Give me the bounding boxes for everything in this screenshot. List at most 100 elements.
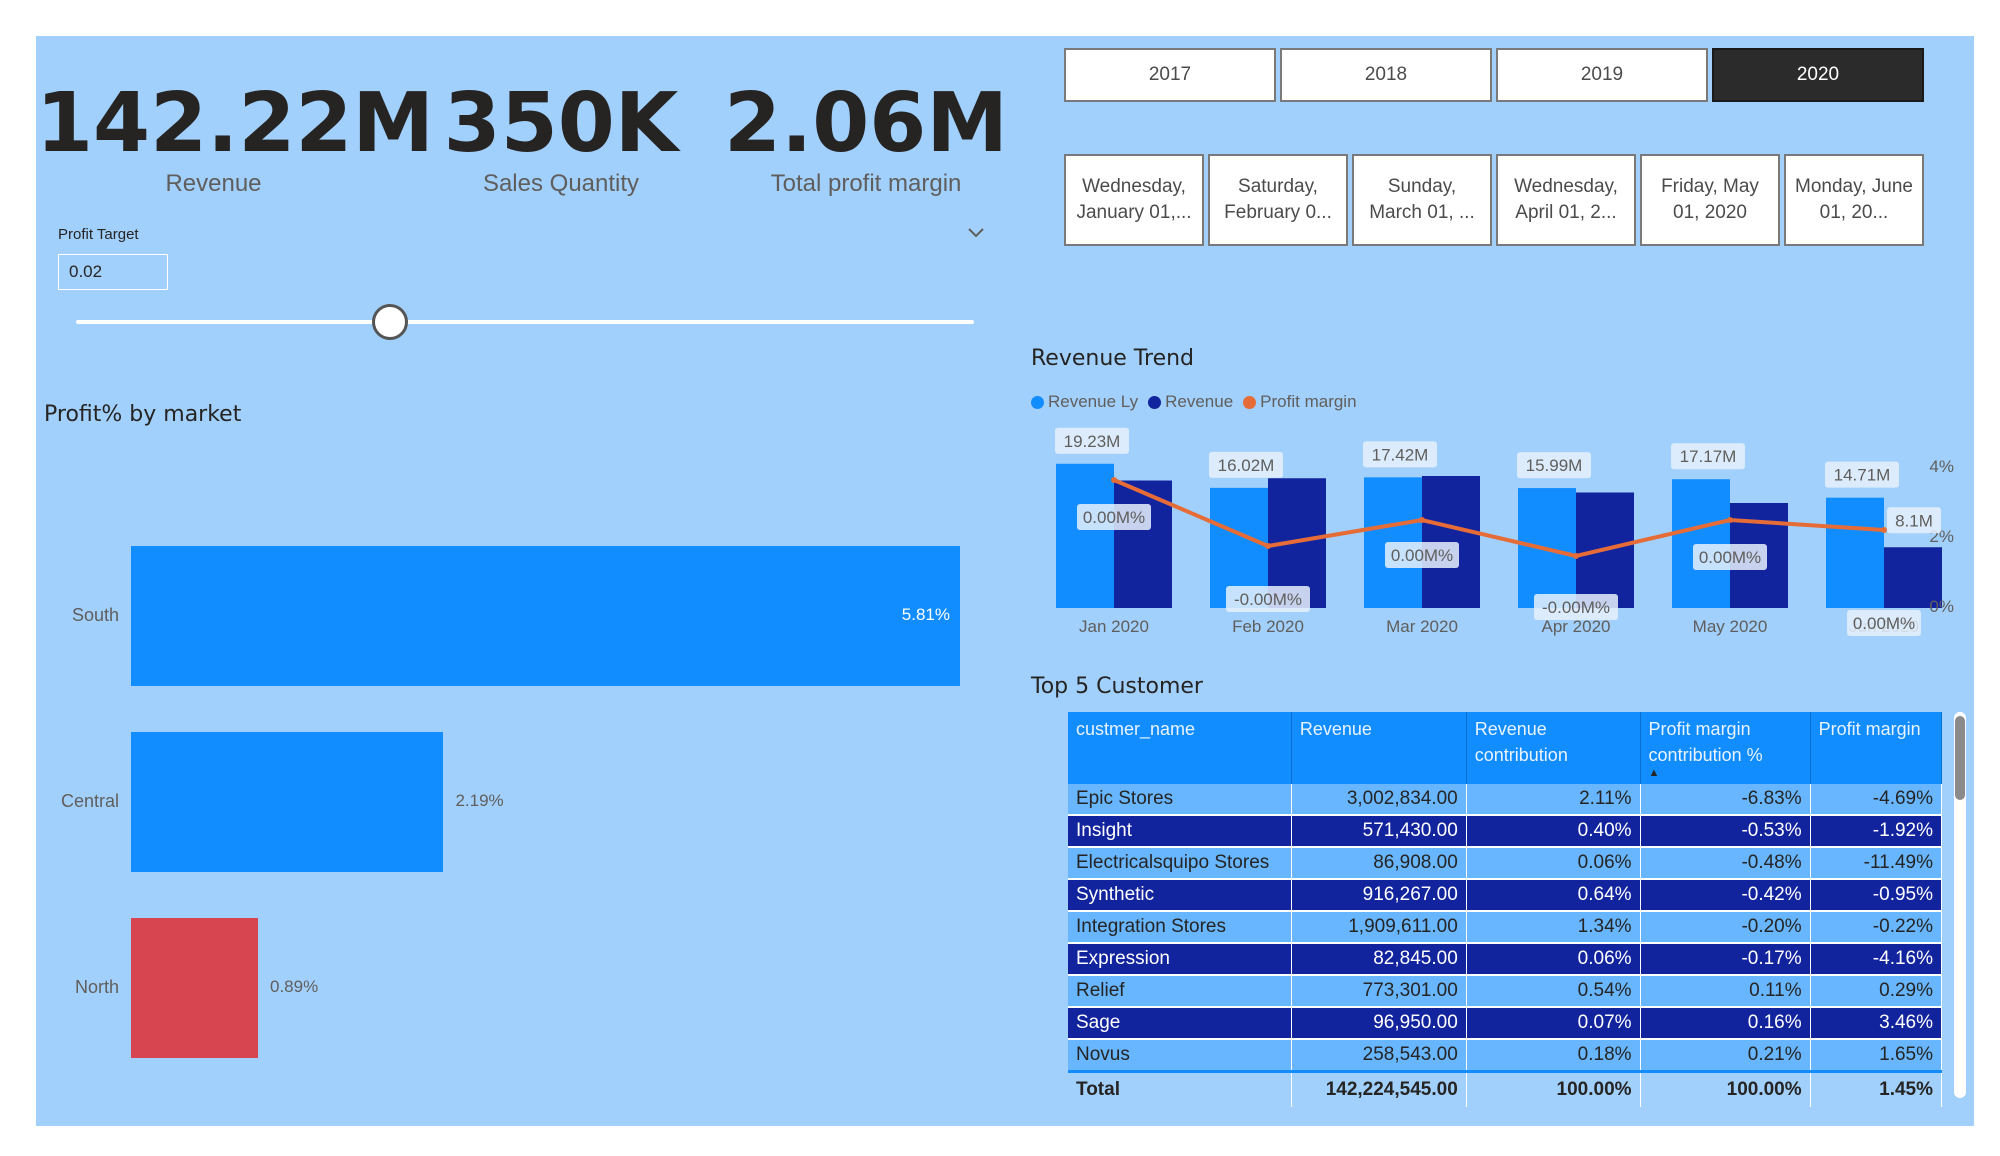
table-cell: -4.16% [1810, 943, 1943, 976]
table-cell: 1.65% [1810, 1039, 1943, 1073]
customer-table-title: Top 5 Customer [1031, 674, 1203, 699]
table-row[interactable]: Epic Stores 3,002,834.00 2.11% -6.83% -4.69% [1068, 784, 1943, 816]
column-header-customer-name[interactable]: custmer_name [1068, 712, 1292, 784]
table-total-cell: 100.00% [1466, 1070, 1641, 1107]
table-cell: -0.22% [1810, 911, 1943, 944]
table-total-cell: 1.45% [1810, 1070, 1943, 1107]
table-cell: 0.06% [1466, 847, 1641, 880]
year-button-2018[interactable]: 2018 [1280, 48, 1492, 102]
date-button-feb[interactable]: Saturday, February 0... [1208, 154, 1348, 246]
table-cell: 571,430.00 [1291, 815, 1467, 848]
profit-target-input[interactable] [58, 254, 168, 290]
table-row[interactable]: Electricalsquipo Stores 86,908.00 0.06% -0.… [1068, 847, 1943, 880]
revenue-ly-data-label: 19.23M [1064, 432, 1121, 451]
market-bar-value-label: 2.19% [455, 791, 504, 810]
legend-item-profit-margin[interactable]: Profit margin [1243, 392, 1357, 412]
profit-target-slider-thumb[interactable] [372, 304, 409, 340]
profit-target-slider[interactable] [76, 320, 974, 324]
x-axis-tick-label: May 2020 [1693, 617, 1768, 636]
legend-dot-revenue-ly [1031, 395, 1044, 409]
revenue-ly-bar[interactable] [1672, 479, 1730, 608]
date-button-mar[interactable]: Sunday, March 01, ... [1352, 154, 1492, 246]
table-row[interactable]: Integration Stores 1,909,611.00 1.34% -0.20… [1068, 911, 1943, 944]
date-button-apr[interactable]: Wednesday, April 01, 2... [1496, 154, 1636, 246]
date-button-jan[interactable]: Wednesday, January 01,... [1064, 154, 1204, 246]
column-header-revenue-contribution[interactable]: Revenue contribution [1466, 712, 1641, 784]
table-cell: -6.83% [1640, 784, 1811, 816]
secondary-axis-tick-label: 4% [1929, 457, 1954, 476]
table-cell: -0.20% [1640, 911, 1811, 944]
revenue-ly-data-label: 16.02M [1218, 456, 1275, 475]
market-chart-title: Profit% by market [44, 402, 242, 427]
table-cell: 2.11% [1466, 784, 1641, 816]
revenue-ly-data-label: 15.99M [1526, 456, 1583, 475]
revenue-trend-chart: Jan 2020 Feb 2020 Mar 2020 Apr 2020 May 2020… [1055, 427, 1954, 636]
market-category-label: North [74, 977, 119, 997]
year-button-2019[interactable]: 2019 [1496, 48, 1708, 102]
table-cell: 3,002,834.00 [1291, 784, 1467, 816]
table-cell: Synthetic [1068, 879, 1292, 912]
sort-ascending-icon: ▲ [1648, 767, 1660, 779]
profit-margin-data-label: 0.00M% [1853, 614, 1915, 633]
kpi-sales-quantity-label: Sales Quantity [482, 170, 640, 197]
profit-margin-point [1881, 527, 1887, 533]
customer-table-body: Epic Stores 3,002,834.00 2.11% -6.83% -4.69%… [1068, 784, 1943, 1107]
year-button-2020[interactable]: 2020 [1712, 48, 1924, 102]
customer-table: custmer_name Revenue Revenue contributio… [1068, 712, 1943, 1107]
kpi-sales-quantity-value: 350K [443, 76, 679, 171]
column-header-revenue[interactable]: Revenue [1291, 712, 1467, 784]
legend-item-revenue-ly[interactable]: Revenue Ly [1031, 392, 1138, 412]
table-total-cell: Total [1068, 1070, 1292, 1107]
table-cell: Novus [1068, 1039, 1292, 1073]
profit-margin-data-label: -0.00M% [1234, 590, 1302, 609]
table-row[interactable]: Insight 571,430.00 0.40% -0.53% -1.92% [1068, 815, 1943, 848]
x-axis-tick-label: Mar 2020 [1386, 617, 1458, 636]
table-cell: -1.92% [1810, 815, 1943, 848]
table-row[interactable]: Novus 258,543.00 0.18% 0.21% 1.65% [1068, 1039, 1943, 1073]
year-button-2017[interactable]: 2017 [1064, 48, 1276, 102]
table-cell: -0.17% [1640, 943, 1811, 976]
table-cell: 0.40% [1466, 815, 1641, 848]
table-cell: 0.06% [1466, 943, 1641, 976]
table-total-cell: 100.00% [1640, 1070, 1811, 1107]
table-cell: 0.11% [1640, 975, 1811, 1008]
market-bar-south[interactable] [131, 546, 960, 686]
table-cell: -11.49% [1810, 847, 1943, 880]
market-bar-north[interactable] [131, 918, 258, 1058]
kpi-profit-margin-value: 2.06M [724, 76, 1008, 171]
column-header-profit-margin-contribution[interactable]: Profit margin contribution % ▲ [1640, 712, 1811, 784]
date-button-jun[interactable]: Monday, June 01, 20... [1784, 154, 1924, 246]
table-total-cell: 142,224,545.00 [1291, 1070, 1467, 1107]
market-bar-central[interactable] [131, 732, 444, 872]
table-scrollbar[interactable] [1954, 712, 1966, 1098]
table-cell: 82,845.00 [1291, 943, 1467, 976]
column-header-profit-margin[interactable]: Profit margin [1810, 712, 1943, 784]
table-cell: 96,950.00 [1291, 1007, 1467, 1040]
legend-item-revenue[interactable]: Revenue [1148, 392, 1233, 412]
revenue-ly-data-label: 17.17M [1680, 447, 1737, 466]
table-cell: 0.07% [1466, 1007, 1641, 1040]
table-cell: 86,908.00 [1291, 847, 1467, 880]
table-row[interactable]: Sage 96,950.00 0.07% 0.16% 3.46% [1068, 1007, 1943, 1040]
date-button-may[interactable]: Friday, May 01, 2020 [1640, 154, 1780, 246]
table-row[interactable]: Expression 82,845.00 0.06% -0.17% -4.16% [1068, 943, 1943, 976]
table-cell: -4.69% [1810, 784, 1943, 816]
legend-label-revenue-ly: Revenue Ly [1048, 392, 1139, 411]
revenue-ly-bar[interactable] [1056, 463, 1114, 608]
table-cell: 1.34% [1466, 911, 1641, 944]
table-scrollbar-thumb[interactable] [1955, 716, 1965, 800]
table-row[interactable]: Synthetic 916,267.00 0.64% -0.42% -0.95% [1068, 879, 1943, 912]
chevron-down-icon[interactable] [966, 226, 986, 240]
table-cell: Expression [1068, 943, 1292, 976]
secondary-axis-tick-label: 0% [1929, 597, 1954, 616]
revenue-ly-bar[interactable] [1826, 497, 1884, 608]
table-cell: 0.18% [1466, 1039, 1641, 1073]
market-category-label: Central [60, 791, 119, 811]
table-row[interactable]: Relief 773,301.00 0.54% 0.11% 0.29% [1068, 975, 1943, 1008]
table-cell: 0.16% [1640, 1007, 1811, 1040]
profit-margin-point [1111, 477, 1117, 483]
table-total-row: Total 142,224,545.00 100.00% 100.00% 1.45% [1068, 1070, 1943, 1107]
revenue-ly-data-label: 14.71M [1834, 466, 1891, 485]
table-cell: Insight [1068, 815, 1292, 848]
kpi-profit-margin-label: Total profit margin [770, 170, 962, 197]
